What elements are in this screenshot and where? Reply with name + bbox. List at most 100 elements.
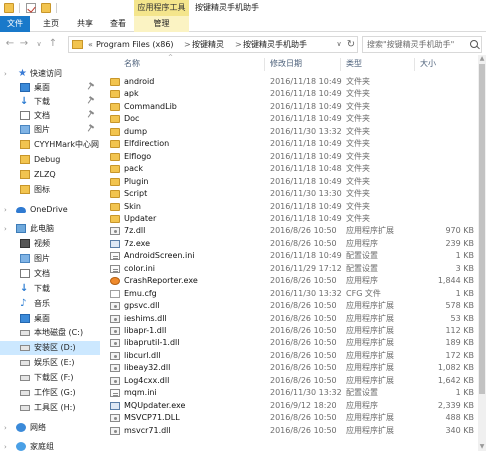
sidebar-item[interactable]: 工作区 (G:)	[0, 386, 100, 400]
sidebar-item[interactable]: 图标	[0, 183, 100, 197]
address-field[interactable]: « Program Files (x86) > 按键精灵 > 按键精灵手机助手 …	[68, 36, 358, 53]
tab-file[interactable]: 文件	[0, 16, 30, 32]
vertical-scrollbar[interactable]: ▲ ▼	[478, 55, 486, 451]
breadcrumb-current-folder[interactable]: 按键精灵手机助手	[243, 37, 307, 52]
file-size: 239 KB	[445, 238, 474, 248]
sidebar-item[interactable]: 文档	[0, 267, 100, 281]
breadcrumb-separator[interactable]: >	[184, 37, 191, 52]
file-row[interactable]: Skin 2016/11/18 10:49 文件夹	[108, 201, 478, 213]
tab-view[interactable]: 查看	[105, 16, 131, 32]
file-row[interactable]: ieshims.dll 2016/8/26 10:50 应用程序扩展 53 KB	[108, 313, 478, 325]
file-row[interactable]: Emu.cfg 2016/11/30 13:32 CFG 文件 1 KB	[108, 288, 478, 300]
file-row[interactable]: libeay32.dll 2016/8/26 10:50 应用程序扩展 1,082 K…	[108, 362, 478, 374]
scroll-up-arrow-icon[interactable]: ▲	[478, 55, 486, 63]
sidebar-item[interactable]: Debug	[0, 153, 100, 167]
expand-chevron-icon[interactable]: ›	[4, 421, 7, 435]
sidebar-item[interactable]: › 网络	[0, 421, 100, 435]
sidebar-item[interactable]: 视频	[0, 237, 100, 251]
breadcrumb-anjianjingling[interactable]: 按键精灵	[192, 37, 224, 52]
file-row[interactable]: Elfdirection 2016/11/18 10:49 文件夹	[108, 138, 478, 150]
file-row[interactable]: CommandLib 2016/11/18 10:49 文件夹	[108, 101, 478, 113]
sidebar-item[interactable]: 本地磁盘 (C:)	[0, 326, 100, 340]
file-row[interactable]: mqm.ini 2016/11/30 13:32 配置设置 1 KB	[108, 387, 478, 399]
column-divider[interactable]	[414, 58, 415, 71]
sidebar-item[interactable]: 桌面	[0, 312, 100, 326]
up-arrow-icon[interactable]: ↑	[47, 37, 59, 51]
pin-icon[interactable]	[87, 112, 96, 120]
sidebar-item[interactable]: › 此电脑	[0, 222, 100, 236]
file-row[interactable]: msvcr71.dll 2016/8/26 10:50 应用程序扩展 340 KB	[108, 425, 478, 437]
file-row[interactable]: android 2016/11/18 10:49 文件夹	[108, 76, 478, 88]
expand-chevron-icon[interactable]: ›	[4, 440, 7, 451]
search-input[interactable]	[367, 38, 467, 51]
file-row[interactable]: 7z.exe 2016/8/26 10:50 应用程序 239 KB	[108, 238, 478, 250]
sidebar-item[interactable]: ♪ 音乐	[0, 297, 100, 311]
file-row[interactable]: CrashReporter.exe 2016/8/26 10:50 应用程序 1,84…	[108, 275, 478, 287]
column-divider[interactable]	[264, 58, 265, 71]
breadcrumb-program-files[interactable]: Program Files (x86)	[96, 37, 174, 52]
sidebar-item[interactable]: ↓ 下载	[0, 282, 100, 296]
sidebar-item[interactable]: › OneDrive	[0, 203, 100, 217]
sidebar-item[interactable]: CYYHMark中心网	[0, 138, 100, 152]
sidebar-item[interactable]: 图片	[0, 123, 100, 137]
back-arrow-icon[interactable]: ←	[4, 37, 16, 51]
file-row[interactable]: Elflogo 2016/11/18 10:49 文件夹	[108, 151, 478, 163]
file-row[interactable]: Log4cxx.dll 2016/8/26 10:50 应用程序扩展 1,642 KB	[108, 375, 478, 387]
sidebar-item[interactable]: 娱乐区 (E:)	[0, 356, 100, 370]
sidebar-item[interactable]: 安装区 (D:)	[0, 341, 100, 355]
column-header-size[interactable]: 大小	[420, 55, 436, 73]
file-row[interactable]: libaprutil-1.dll 2016/8/26 10:50 应用程序扩展 189…	[108, 337, 478, 349]
sidebar-item[interactable]: › 家庭组	[0, 440, 100, 451]
refresh-icon[interactable]: ↻	[345, 37, 357, 52]
search-icon[interactable]	[470, 40, 478, 48]
column-divider[interactable]	[340, 58, 341, 71]
tab-home[interactable]: 主页	[38, 16, 64, 32]
file-row[interactable]: Doc 2016/11/18 10:49 文件夹	[108, 113, 478, 125]
file-row[interactable]: apk 2016/11/18 10:49 文件夹	[108, 88, 478, 100]
address-dropdown-chevron-icon[interactable]: ∨	[333, 37, 345, 52]
tab-share[interactable]: 共享	[72, 16, 98, 32]
file-row[interactable]: AndroidScreen.ini 2016/11/18 10:49 配置设置 1 K…	[108, 250, 478, 262]
expand-chevron-icon[interactable]: ›	[4, 67, 7, 81]
file-row[interactable]: gpsvc.dll 2016/8/26 10:50 应用程序扩展 578 KB	[108, 300, 478, 312]
sidebar-item[interactable]: 下载区 (F:)	[0, 371, 100, 385]
expand-chevron-icon[interactable]: ›	[4, 203, 7, 217]
file-row[interactable]: libapr-1.dll 2016/8/26 10:50 应用程序扩展 112 KB	[108, 325, 478, 337]
file-row[interactable]: Plugin 2016/11/18 10:49 文件夹	[108, 176, 478, 188]
file-row[interactable]: Script 2016/11/30 13:30 文件夹	[108, 188, 478, 200]
file-row[interactable]: pack 2016/11/18 10:48 文件夹	[108, 163, 478, 175]
pin-icon[interactable]	[87, 98, 96, 106]
sidebar-item[interactable]: 桌面	[0, 81, 100, 95]
breadcrumb-overflow[interactable]: «	[88, 37, 93, 52]
file-row[interactable]: MSVCP71.DLL 2016/8/26 10:50 应用程序扩展 488 KB	[108, 412, 478, 424]
breadcrumb-separator[interactable]: >	[235, 37, 242, 52]
sidebar-item-label: 桌面	[34, 83, 50, 92]
properties-check-icon[interactable]	[26, 3, 36, 13]
file-row[interactable]: Updater 2016/11/18 10:49 文件夹	[108, 213, 478, 225]
recent-locations-chevron-icon[interactable]: ∨	[33, 37, 45, 51]
new-folder-icon[interactable]	[41, 3, 51, 13]
sidebar-item[interactable]: 工具区 (H:)	[0, 401, 100, 415]
file-row[interactable]: MQUpdater.exe 2016/9/12 18:20 应用程序 2,339 KB	[108, 400, 478, 412]
tab-manage[interactable]: 管理	[134, 16, 189, 32]
pin-icon[interactable]	[87, 126, 96, 134]
sidebar-item[interactable]: › ★ 快速访问	[0, 67, 100, 81]
pin-icon[interactable]	[87, 84, 96, 92]
expand-chevron-icon[interactable]: ›	[4, 222, 7, 236]
sidebar-item[interactable]: ↓ 下载	[0, 95, 100, 109]
video-icon	[20, 239, 30, 248]
file-row[interactable]: 7z.dll 2016/8/26 10:50 应用程序扩展 970 KB	[108, 225, 478, 237]
column-header-name[interactable]: 名称	[124, 55, 140, 73]
sidebar-item[interactable]: 文档	[0, 109, 100, 123]
scrollbar-thumb[interactable]	[479, 64, 485, 394]
search-box[interactable]	[362, 36, 482, 53]
column-header-date[interactable]: 修改日期	[270, 55, 302, 73]
file-row[interactable]: color.ini 2016/11/29 17:12 配置设置 3 KB	[108, 263, 478, 275]
file-row[interactable]: dump 2016/11/30 13:32 文件夹	[108, 126, 478, 138]
scroll-down-arrow-icon[interactable]: ▼	[478, 443, 486, 451]
sidebar-item[interactable]: 图片	[0, 252, 100, 266]
sidebar-item[interactable]: ZLZQ	[0, 168, 100, 182]
column-header-type[interactable]: 类型	[346, 55, 362, 73]
forward-arrow-icon[interactable]: →	[18, 37, 30, 51]
file-row[interactable]: libcurl.dll 2016/8/26 10:50 应用程序扩展 172 KB	[108, 350, 478, 362]
